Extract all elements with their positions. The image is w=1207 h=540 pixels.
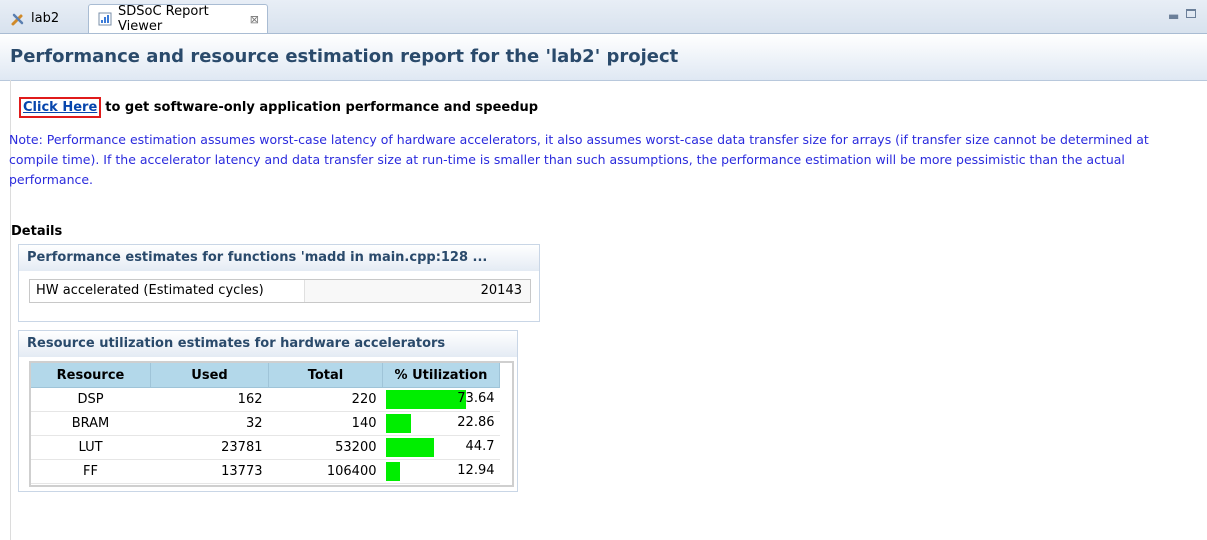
- column-header-utilization[interactable]: % Utilization: [382, 362, 500, 388]
- column-header-total[interactable]: Total: [268, 362, 383, 388]
- cell-resource: FF: [30, 459, 151, 484]
- resource-section-title[interactable]: Resource utilization estimates for hardw…: [19, 331, 517, 357]
- cell-utilization: 73.64: [382, 387, 500, 412]
- page-title: Performance and resource estimation repo…: [10, 46, 679, 67]
- column-header-used[interactable]: Used: [150, 362, 269, 388]
- close-icon[interactable]: ⊠: [250, 13, 259, 26]
- cell-used: 32: [150, 411, 269, 436]
- maximize-icon[interactable]: [1186, 9, 1196, 18]
- tab-label: lab2: [31, 11, 60, 26]
- resource-table: Resource Used Total % Utilization DSP 16…: [30, 362, 500, 484]
- estimation-note: Note: Performance estimation assumes wor…: [9, 132, 1149, 187]
- table-row: DSP 162 220 73.64: [30, 387, 500, 412]
- tools-icon: [10, 11, 26, 27]
- report-header: Performance and resource estimation repo…: [0, 34, 1207, 81]
- click-here-link[interactable]: Click Here: [19, 96, 102, 118]
- table-row: FF 13773 106400 12.94: [30, 459, 500, 484]
- table-row: BRAM 32 140 22.86: [30, 411, 500, 436]
- software-performance-line: Click Here to get software-only applicat…: [19, 95, 538, 119]
- utilization-bar: [385, 462, 400, 481]
- details-heading: Details: [11, 224, 63, 239]
- cell-resource: BRAM: [30, 411, 151, 436]
- tab-sdsoc-report-viewer[interactable]: SDSoC Report Viewer ⊠: [88, 4, 268, 34]
- performance-row-value: 20143: [305, 280, 530, 302]
- performance-section-title[interactable]: Performance estimates for functions 'mad…: [19, 245, 539, 271]
- cell-resource: LUT: [30, 435, 151, 460]
- tab-label: SDSoC Report Viewer: [118, 4, 209, 34]
- cell-total: 220: [268, 387, 383, 412]
- performance-row: HW accelerated (Estimated cycles) 20143: [29, 279, 531, 303]
- cell-used: 162: [150, 387, 269, 412]
- resource-utilization-section: Resource utilization estimates for hardw…: [18, 330, 518, 492]
- tab-lab2[interactable]: lab2: [2, 4, 77, 33]
- utilization-value: 73.64: [457, 391, 495, 406]
- performance-estimates-section: Performance estimates for functions 'mad…: [18, 244, 540, 322]
- table-row: LUT 23781 53200 44.7: [30, 435, 500, 460]
- cell-total: 53200: [268, 435, 383, 460]
- column-header-resource[interactable]: Resource: [30, 362, 151, 388]
- cell-utilization: 12.94: [382, 459, 500, 484]
- minimize-icon[interactable]: ▬: [1168, 9, 1179, 23]
- cell-utilization: 22.86: [382, 411, 500, 436]
- table-header-row: Resource Used Total % Utilization: [30, 362, 500, 388]
- utilization-value: 12.94: [457, 463, 495, 478]
- link-description: to get software-only application perform…: [105, 99, 539, 115]
- editor-tab-bar: lab2 SDSoC Report Viewer ⊠ ▬: [0, 0, 1207, 34]
- cell-total: 140: [268, 411, 383, 436]
- utilization-bar: [385, 390, 466, 409]
- performance-row-label: HW accelerated (Estimated cycles): [30, 280, 305, 302]
- cell-used: 13773: [150, 459, 269, 484]
- cell-resource: DSP: [30, 387, 151, 412]
- utilization-bar: [385, 414, 411, 433]
- cell-utilization: 44.7: [382, 435, 500, 460]
- utilization-value: 22.86: [457, 415, 495, 430]
- utilization-bar: [385, 438, 434, 457]
- cell-total: 106400: [268, 459, 383, 484]
- utilization-value: 44.7: [465, 439, 495, 454]
- report-icon: [97, 11, 113, 27]
- cell-used: 23781: [150, 435, 269, 460]
